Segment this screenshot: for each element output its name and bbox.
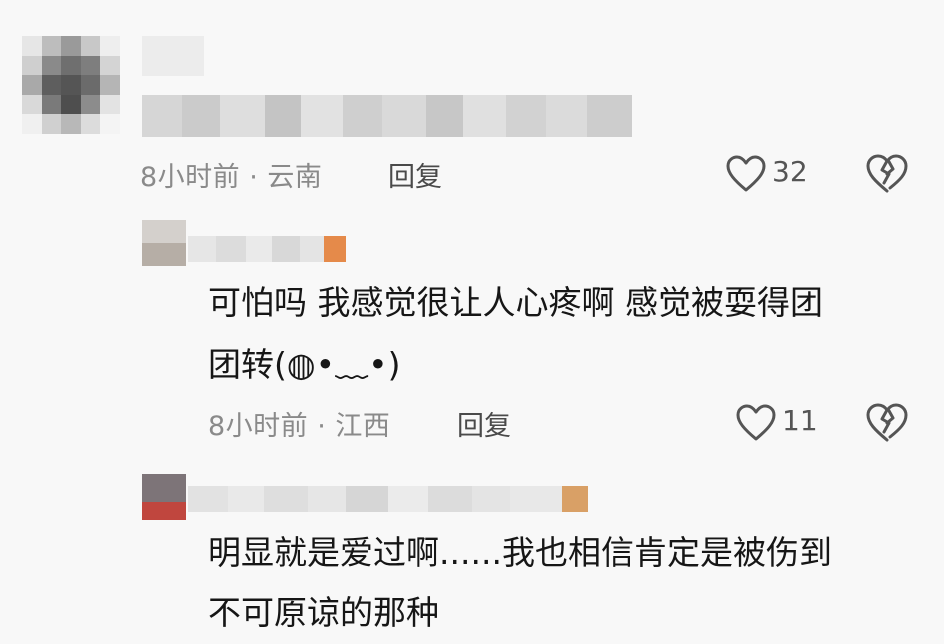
comment-text: 可怕吗 我感觉很让人心疼啊 感觉被耍得团 [208, 283, 823, 322]
username-blurred[interactable] [142, 36, 204, 76]
comment-text: 不可原谅的那种 [208, 593, 439, 632]
like-count: 32 [772, 155, 808, 188]
username-blurred[interactable] [188, 236, 346, 262]
reply-button[interactable]: 回复 [388, 155, 442, 194]
heart-icon[interactable] [736, 404, 776, 442]
username-blurred[interactable] [188, 486, 588, 512]
broken-heart-icon[interactable] [866, 154, 908, 194]
comment-text: 明显就是爱过啊......我也相信肯定是被伤到 [208, 533, 832, 572]
reply-button[interactable]: 回复 [457, 404, 511, 443]
comment-timestamp-location: 8小时前 · 云南 [140, 162, 323, 193]
heart-icon[interactable] [726, 155, 766, 193]
comment-text: 团转(◍•﹏•) [208, 345, 401, 384]
broken-heart-icon[interactable] [866, 403, 908, 443]
avatar[interactable] [142, 474, 186, 520]
comment-timestamp-location: 8小时前 · 江西 [208, 411, 391, 442]
comment-text-blurred [142, 95, 652, 137]
avatar[interactable] [22, 36, 120, 134]
like-count: 11 [782, 404, 818, 437]
avatar[interactable] [142, 220, 186, 266]
